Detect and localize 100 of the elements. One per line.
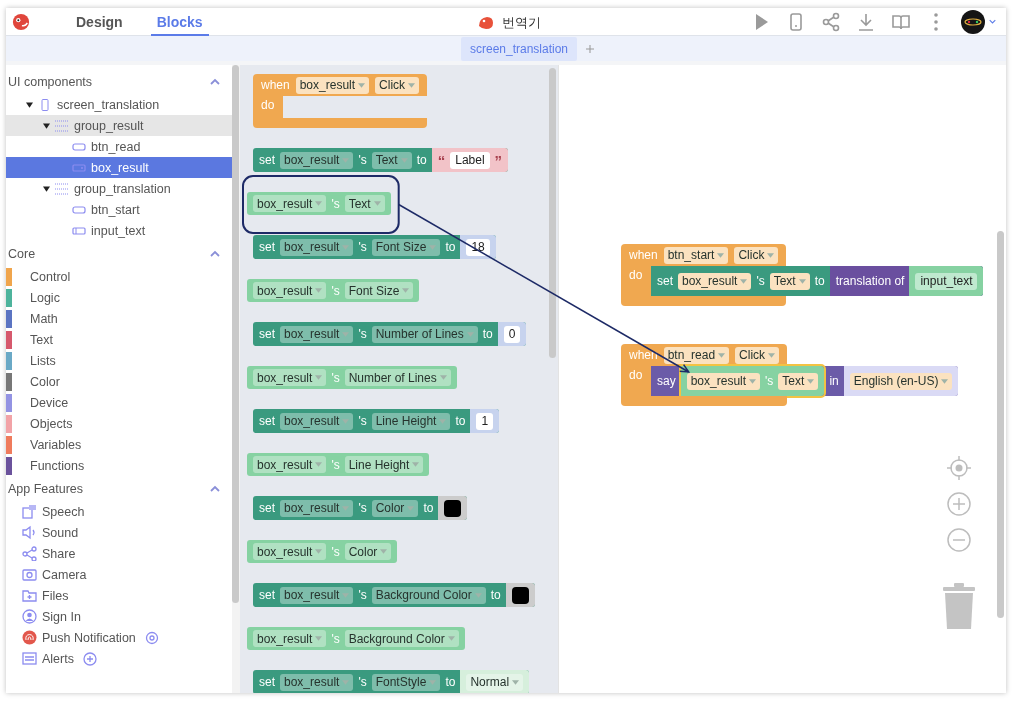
dropdown[interactable]: box_result	[280, 673, 354, 691]
dropdown[interactable]: btn_read	[663, 346, 730, 364]
option-block[interactable]: Normal	[460, 670, 530, 693]
category-item[interactable]: Color	[30, 374, 60, 389]
dropdown[interactable]: Line Height	[344, 456, 424, 473]
add-icon[interactable]	[82, 651, 97, 666]
chevron-down-icon[interactable]	[989, 19, 996, 24]
setter-block[interactable]: set box_result 's Text to “ Label ”	[253, 148, 509, 172]
getter-block[interactable]: box_result 's Color	[247, 540, 398, 563]
setter-block[interactable]: set box_result 's Number of Lines to 0	[253, 322, 527, 346]
triangle-down-icon[interactable]	[26, 101, 33, 108]
number-block[interactable]: 1	[470, 409, 500, 433]
triangle-down-icon[interactable]	[43, 122, 50, 129]
dropdown[interactable]: Text	[778, 372, 819, 390]
triangle-down-icon[interactable]	[43, 185, 50, 192]
input-field[interactable]: 0	[503, 325, 521, 343]
dropdown[interactable]: box_result	[253, 543, 327, 560]
color-block[interactable]	[505, 583, 535, 607]
feature-item[interactable]: Share	[42, 546, 76, 561]
number-block[interactable]: 0	[497, 322, 527, 346]
tree-item[interactable]: group_translation	[6, 178, 232, 199]
feature-item[interactable]: Push Notification	[42, 630, 136, 645]
dropdown[interactable]: box_result	[280, 499, 354, 517]
dropdown[interactable]: box_result	[253, 369, 327, 386]
download-icon[interactable]	[856, 11, 876, 32]
dropdown[interactable]: Line Height	[371, 412, 451, 430]
category-item[interactable]: Text	[30, 332, 53, 347]
zoom-out-icon[interactable]	[946, 527, 972, 553]
event-block[interactable]: when box_result Click do	[253, 74, 428, 128]
getter-block[interactable]: box_result 's Text	[247, 192, 391, 215]
dropdown[interactable]: Font Size	[371, 238, 441, 256]
dropdown[interactable]: Normal	[466, 673, 524, 691]
dropdown[interactable]: Background Color	[371, 586, 486, 604]
dropdown[interactable]: box_result	[253, 630, 327, 647]
dropdown[interactable]: Click	[735, 346, 780, 364]
setter-block[interactable]: set box_result 's Line Height to 1	[253, 409, 500, 433]
dropdown[interactable]: box_result	[280, 586, 354, 604]
input-field[interactable]: 1	[476, 412, 494, 430]
dropdown[interactable]: box_result	[253, 282, 327, 299]
dropdown[interactable]: box_result	[280, 325, 354, 343]
tree-item[interactable]: btn_start	[6, 199, 232, 220]
dropdown[interactable]: box_result	[280, 238, 354, 256]
feature-item[interactable]: Speech	[42, 504, 85, 519]
locate-icon[interactable]	[946, 455, 972, 481]
zoom-in-icon[interactable]	[946, 491, 972, 517]
dropdown[interactable]: box_result	[678, 272, 752, 290]
category-item[interactable]: Functions	[30, 458, 85, 473]
category-item[interactable]: Math	[30, 311, 58, 326]
feature-item[interactable]: Sign In	[42, 609, 81, 624]
color-block[interactable]	[438, 496, 468, 520]
getter-block[interactable]: box_result 's Font Size	[247, 279, 420, 302]
dropdown[interactable]: Color	[371, 499, 419, 517]
chevron-up-icon[interactable]	[210, 77, 220, 86]
dropdown[interactable]: Number of Lines	[344, 369, 451, 386]
say-block[interactable]: say box_result 's Text in English (en-US)	[651, 366, 959, 396]
category-item[interactable]: Lists	[30, 353, 56, 368]
setter-block[interactable]: set box_result 's Background Color to	[253, 583, 535, 607]
tree-item[interactable]: group_result	[6, 115, 232, 136]
avatar-icon[interactable]	[961, 9, 985, 34]
getter-block[interactable]: box_result 's Number of Lines	[247, 366, 457, 389]
dropdown[interactable]: FontStyle	[371, 673, 441, 691]
feature-item[interactable]: Alerts	[42, 651, 74, 666]
translate-block[interactable]: translation of input_text	[829, 266, 984, 296]
dropdown[interactable]: box_result	[280, 151, 354, 169]
dropdown[interactable]: box_result	[686, 372, 761, 390]
category-item[interactable]: Control	[30, 269, 71, 284]
getter-block[interactable]: box_result 's Background Color	[247, 627, 465, 650]
event-block[interactable]: when btn_read Click do say box_result 's Text in English (en-US)	[621, 344, 959, 406]
getter-block[interactable]: box_result 's Text	[680, 366, 825, 396]
input-field[interactable]: Label	[450, 151, 490, 169]
dropdown[interactable]: Text	[769, 272, 810, 290]
category-item[interactable]: Objects	[30, 416, 73, 431]
feature-item[interactable]: Camera	[42, 567, 87, 582]
color-swatch[interactable]	[444, 499, 462, 517]
dropdown[interactable]: Text	[371, 151, 412, 169]
scrollbar[interactable]	[997, 231, 1004, 618]
add-icon[interactable]	[585, 44, 596, 53]
feature-item[interactable]: Sound	[42, 525, 79, 540]
dropdown[interactable]: Click	[734, 246, 779, 264]
dropdown[interactable]: Click	[375, 76, 420, 94]
share-icon[interactable]	[821, 11, 841, 32]
dropdown[interactable]: box_result	[253, 456, 327, 473]
input-field[interactable]: input_text	[915, 272, 978, 290]
dropdown[interactable]: Color	[344, 543, 392, 560]
dropdown[interactable]: Text	[344, 195, 385, 212]
dropdown[interactable]: box_result	[280, 412, 354, 430]
setter-block[interactable]: set box_result 's Color to	[253, 496, 468, 520]
chevron-up-icon[interactable]	[210, 484, 220, 493]
getter-block[interactable]: input_text	[909, 266, 984, 296]
color-swatch[interactable]	[511, 586, 529, 604]
dropdown[interactable]: box_result	[295, 76, 370, 94]
dropdown[interactable]: Number of Lines	[371, 325, 478, 343]
chevron-up-icon[interactable]	[210, 249, 220, 258]
tree-item[interactable]: btn_read	[6, 136, 232, 157]
language-block[interactable]: English (en-US)	[843, 366, 959, 396]
mode-tab[interactable]: Design	[70, 8, 129, 36]
text-block[interactable]: “ Label ”	[431, 148, 509, 172]
scrollbar[interactable]	[549, 68, 556, 358]
settings-icon[interactable]	[144, 630, 159, 645]
dropdown[interactable]: box_result	[253, 195, 327, 212]
